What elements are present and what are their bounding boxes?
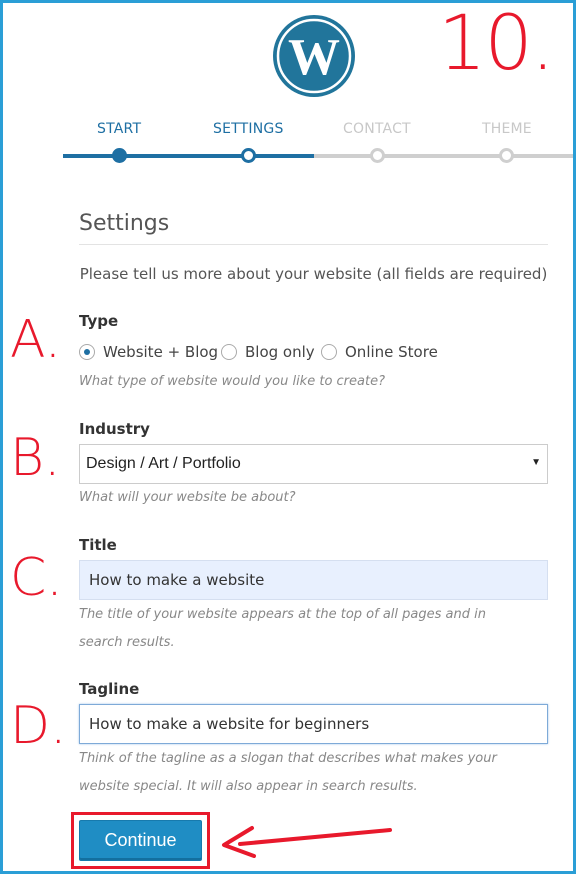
radio-website-blog[interactable]: Website + Blog	[79, 343, 218, 361]
title-label: Title	[79, 536, 117, 554]
progress-stepper: START SETTINGS CONTACT THEME	[0, 121, 576, 141]
radio-unchecked-icon[interactable]	[221, 344, 237, 360]
step-theme: THEME	[482, 121, 532, 137]
industry-label: Industry	[79, 420, 150, 438]
annotation-letter-c: C.	[10, 548, 63, 608]
annotation-letter-b: B.	[10, 428, 61, 488]
annotation-letter-a: A.	[10, 310, 62, 370]
step-contact-dot	[370, 148, 385, 163]
progress-track-completed	[63, 154, 314, 158]
radio-checked-icon[interactable]	[79, 344, 95, 360]
tagline-hint: Think of the tagline as a slogan that de…	[79, 751, 497, 794]
section-divider	[79, 244, 548, 245]
step-start-dot	[112, 148, 127, 163]
svg-text:W: W	[288, 29, 340, 86]
step-start[interactable]: START	[97, 121, 141, 137]
industry-hint: What will your website be about?	[79, 490, 296, 505]
progress-track-remaining	[314, 154, 576, 158]
step-number-annotation: 10.	[438, 0, 555, 87]
pointer-arrow-icon	[222, 826, 392, 858]
step-settings[interactable]: SETTINGS	[213, 121, 284, 137]
tagline-label: Tagline	[79, 680, 140, 698]
wordpress-logo-icon: W	[273, 15, 355, 97]
radio-label: Blog only	[245, 343, 315, 361]
title-hint: The title of your website appears at the…	[79, 607, 486, 650]
industry-selected-value: Design / Art / Portfolio	[86, 455, 241, 472]
radio-unchecked-icon[interactable]	[321, 344, 337, 360]
type-label: Type	[79, 312, 119, 330]
step-contact: CONTACT	[343, 121, 411, 137]
radio-online-store[interactable]: Online Store	[321, 343, 438, 361]
section-title: Settings	[79, 211, 170, 236]
radio-label: Website + Blog	[103, 343, 219, 361]
step-settings-dot	[241, 148, 256, 163]
radio-blog-only[interactable]: Blog only	[221, 343, 315, 361]
tagline-input[interactable]: How to make a website for beginners	[79, 704, 548, 744]
continue-button[interactable]: Continue	[79, 820, 202, 861]
title-input[interactable]: How to make a website	[79, 560, 548, 600]
radio-label: Online Store	[345, 343, 438, 361]
intro-text: Please tell us more about your website (…	[79, 265, 548, 283]
type-hint: What type of website would you like to c…	[79, 374, 385, 389]
dropdown-arrow-icon[interactable]: ▼	[531, 457, 541, 468]
annotation-letter-d: D.	[10, 696, 67, 756]
industry-select[interactable]: Design / Art / Portfolio ▼	[79, 444, 548, 484]
step-theme-dot	[499, 148, 514, 163]
